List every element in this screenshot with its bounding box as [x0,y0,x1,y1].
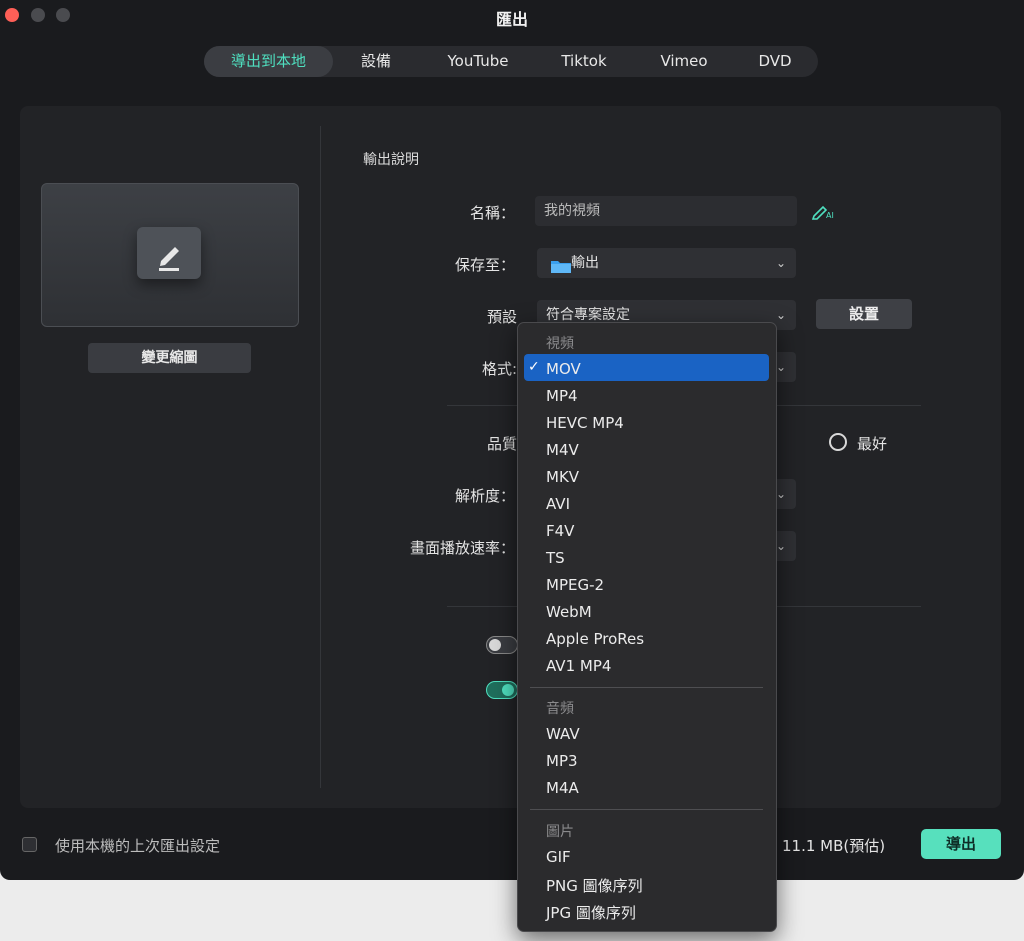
toggle-switch-off[interactable] [486,636,518,654]
export-window: 匯出 導出到本地 設備 YouTube Tiktok Vimeo DVD 變更縮… [0,0,1024,880]
tab-youtube[interactable]: YouTube [436,46,520,77]
export-panel: 變更縮圖 輸出說明 名稱： 我的視頻 AI 保存至： 輸出 ⌄ 預設 符合專案設… [20,106,1001,808]
section-title: 輸出說明 [363,152,419,168]
menu-item-av1-mp4[interactable]: AV1 MP4 [546,657,611,675]
tab-device[interactable]: 設備 [341,46,411,77]
menu-item-m4v[interactable]: M4V [546,441,579,459]
chevron-down-icon: ⌄ [775,308,786,322]
export-button[interactable]: 導出 [921,829,1001,859]
menu-item-gif[interactable]: GIF [546,848,571,866]
thumbnail-preview[interactable] [41,183,299,327]
menu-separator [530,687,763,688]
menu-item-mp4[interactable]: MP4 [546,387,578,405]
checkmark-icon: ✓ [528,359,540,375]
quality-best-radio[interactable] [829,433,847,451]
toggle-knob [489,639,501,651]
chevron-down-icon: ⌄ [775,256,786,270]
name-input[interactable]: 我的視頻 [535,196,797,226]
export-tabs: 導出到本地 設備 YouTube Tiktok Vimeo DVD [204,46,818,77]
preset-label: 預設 [486,308,517,326]
use-last-settings-checkbox[interactable] [22,837,37,852]
menu-header-video: 視頻 [546,336,574,352]
menu-item-webm[interactable]: WebM [546,603,592,621]
size-estimate: 11.1 MB(預估) [782,837,886,855]
toggle-knob [502,684,514,696]
change-thumbnail-button[interactable]: 變更縮圖 [88,343,251,373]
tab-vimeo[interactable]: Vimeo [646,46,722,77]
menu-separator [530,809,763,810]
chevron-down-icon: ⌄ [775,487,786,501]
resolution-label: 解析度： [454,487,515,505]
framerate-label: 畫面播放速率： [409,539,515,557]
save-to-select[interactable]: 輸出 ⌄ [537,248,796,278]
tab-tiktok[interactable]: Tiktok [546,46,622,77]
menu-item-hevc-mp4[interactable]: HEVC MP4 [546,414,624,432]
menu-item-avi[interactable]: AVI [546,495,570,513]
save-to-value: 輸出 [571,255,599,271]
panel-divider [320,126,321,788]
format-dropdown-menu: 視頻 ✓ MOV MP4 HEVC MP4 M4V MKV AVI F4V TS… [517,322,777,932]
menu-item-mp3[interactable]: MP3 [546,752,578,770]
menu-item-mov[interactable]: MOV [546,360,581,378]
menu-item-mpeg2[interactable]: MPEG-2 [546,576,604,594]
settings-button[interactable]: 設置 [816,299,912,329]
menu-header-image: 圖片 [546,824,574,840]
use-last-settings-label: 使用本機的上次匯出設定 [55,837,221,855]
quality-best-label: 最好 [857,435,888,453]
menu-item-ts[interactable]: TS [546,549,565,567]
menu-item-f4v[interactable]: F4V [546,522,574,540]
menu-item-png-sequence[interactable]: PNG 圖像序列 [546,875,643,896]
quality-label: 品質 [486,435,517,453]
save-to-label: 保存至： [454,256,515,274]
chevron-down-icon: ⌄ [775,360,786,374]
menu-item-jpg-sequence[interactable]: JPG 圖像序列 [546,902,636,923]
menu-item-wav[interactable]: WAV [546,725,580,743]
menu-item-m4a[interactable]: M4A [546,779,579,797]
ai-rename-icon[interactable]: AI [811,202,837,220]
menu-header-audio: 音頻 [546,701,574,717]
window-title: 匯出 [495,10,528,29]
format-label: 格式: [481,360,517,378]
tab-dvd[interactable]: DVD [742,46,808,77]
tab-export-local[interactable]: 導出到本地 [204,46,333,77]
edit-thumbnail-icon [137,227,201,279]
svg-text:AI: AI [826,211,834,220]
name-label: 名稱： [469,204,515,222]
folder-icon [550,255,572,273]
menu-item-mkv[interactable]: MKV [546,468,579,486]
toggle-switch-on[interactable] [486,681,518,699]
chevron-down-icon: ⌄ [775,539,786,553]
menu-item-apple-prores[interactable]: Apple ProRes [546,630,644,648]
preset-value: 符合專案設定 [546,307,630,323]
